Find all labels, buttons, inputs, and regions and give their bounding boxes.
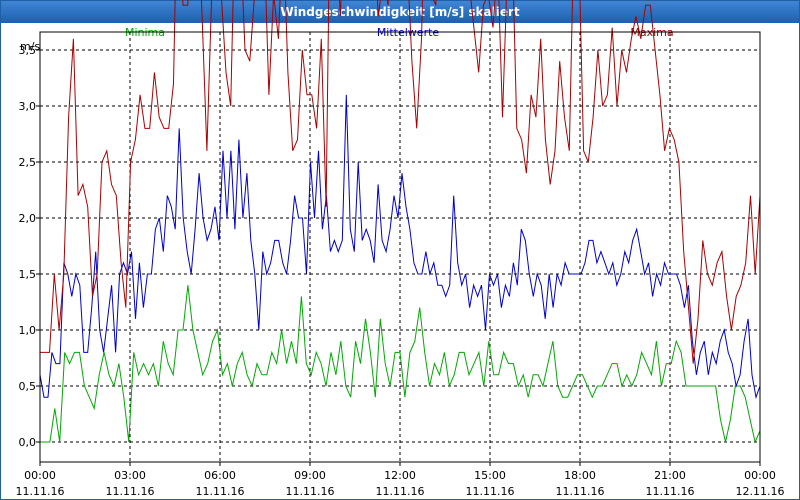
x-tick-date: 11.11.16 bbox=[286, 485, 335, 498]
y-tick-label: 3,0 bbox=[19, 100, 37, 113]
x-tick-time: 06:00 bbox=[204, 469, 236, 482]
x-tick-time: 00:00 bbox=[744, 469, 776, 482]
y-tick-label: 1,5 bbox=[19, 268, 37, 281]
x-tick-date: 11.11.16 bbox=[556, 485, 605, 498]
y-tick-label: 2,5 bbox=[19, 156, 37, 169]
x-tick-time: 21:00 bbox=[654, 469, 686, 482]
x-tick-date: 11.11.16 bbox=[106, 485, 155, 498]
y-axis-ticks: 0,00,51,01,52,02,53,03,54,04,55,05,56,06… bbox=[19, 0, 40, 449]
x-tick-time: 03:00 bbox=[114, 469, 146, 482]
x-tick-date: 11.11.16 bbox=[376, 485, 425, 498]
x-tick-date: 12.11.16 bbox=[736, 485, 785, 498]
x-tick-date: 11.11.16 bbox=[16, 485, 65, 498]
x-tick-time: 09:00 bbox=[294, 469, 326, 482]
y-tick-label: 0,0 bbox=[19, 436, 37, 449]
y-tick-label: 2,0 bbox=[19, 212, 37, 225]
x-tick-date: 11.11.16 bbox=[466, 485, 515, 498]
x-tick-time: 18:00 bbox=[564, 469, 596, 482]
x-tick-time: 12:00 bbox=[384, 469, 416, 482]
wind-speed-chart: m/s 0,00,51,01,52,02,53,03,54,04,55,05,5… bbox=[16, 0, 785, 498]
x-tick-time: 15:00 bbox=[474, 469, 506, 482]
x-tick-time: 00:00 bbox=[24, 469, 56, 482]
y-tick-label: 3,5 bbox=[19, 44, 37, 57]
y-tick-label: 1,0 bbox=[19, 324, 37, 337]
x-tick-date: 11.11.16 bbox=[646, 485, 695, 498]
y-tick-label: 0,5 bbox=[19, 380, 37, 393]
plot-frame bbox=[39, 31, 761, 463]
grid-lines bbox=[40, 32, 760, 462]
x-tick-date: 11.11.16 bbox=[196, 485, 245, 498]
y-tick-label: 4,0 bbox=[19, 0, 37, 1]
x-axis-ticks: 00:00 11.11.16 03:00 11.11.16 06:00 11.11.16 0… bbox=[16, 462, 785, 498]
